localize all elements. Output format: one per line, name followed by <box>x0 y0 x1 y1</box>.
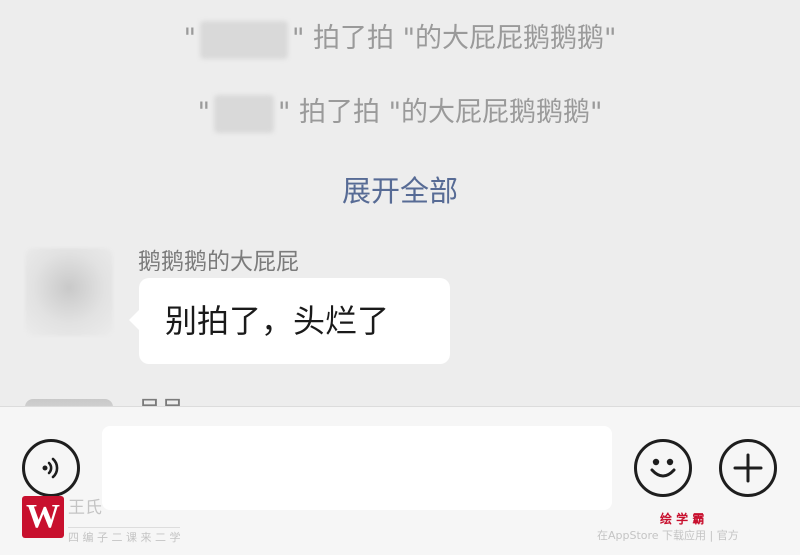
emoji-icon <box>650 458 676 478</box>
avatar[interactable] <box>25 248 113 336</box>
more-button[interactable] <box>719 439 777 497</box>
watermark-text: 在AppStore 下载应用 | 官方 <box>597 529 739 542</box>
watermark-logo: W <box>22 496 64 538</box>
message-input[interactable] <box>102 426 612 510</box>
blurred-name <box>200 20 288 59</box>
input-bar: W 王氏 四 编 子 二 课 来 二 学 绘 学 霸 在AppStore 下载应… <box>0 406 800 555</box>
sender-name: 吊吊 <box>138 390 184 406</box>
voice-button[interactable] <box>22 439 80 497</box>
system-message-pat: " " 拍了拍 "的大屁屁鹅鹅鹅" <box>0 90 800 133</box>
message-bubble[interactable]: 别拍了，头烂了 <box>129 278 450 364</box>
plus-icon <box>733 453 763 483</box>
avatar[interactable] <box>25 399 113 406</box>
watermark-text: 王氏 <box>68 498 102 518</box>
emoji-button[interactable] <box>634 439 692 497</box>
system-message-pat: " " 拍了拍 "的大屁屁鹅鹅鹅" <box>0 16 800 59</box>
voice-icon <box>42 457 59 479</box>
expand-all-link[interactable]: 展开全部 <box>0 168 800 210</box>
watermark-brand: 绘 学 霸 <box>660 512 705 526</box>
blurred-name <box>214 94 274 133</box>
chat-area[interactable]: " " 拍了拍 "的大屁屁鹅鹅鹅" " " 拍了拍 "的大屁屁鹅鹅鹅" 展开全部 鹅… <box>0 0 800 406</box>
sender-name: 鹅鹅鹅的大屁屁 <box>138 249 299 275</box>
watermark-subtext: 四 编 子 二 课 来 二 学 <box>68 527 181 545</box>
